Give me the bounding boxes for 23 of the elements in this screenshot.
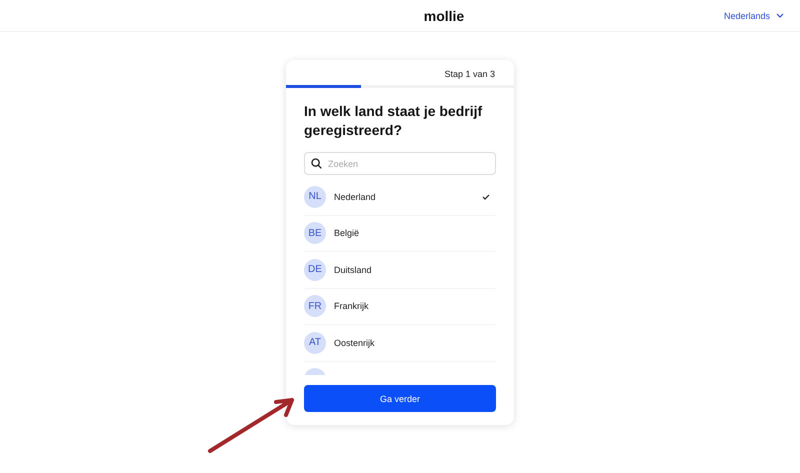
country-option[interactable]: AT Oostenrijk bbox=[304, 325, 496, 362]
country-code-avatar: AT bbox=[304, 332, 326, 354]
logo: mollie bbox=[424, 8, 464, 24]
country-option[interactable]: NL Nederland bbox=[304, 179, 496, 216]
country-code-avatar: FR bbox=[304, 295, 326, 318]
country-name: Duitsland bbox=[334, 264, 372, 275]
step-label: Stap 1 van 3 bbox=[443, 68, 496, 81]
country-name: België bbox=[334, 228, 360, 238]
country-code-avatar: BE bbox=[304, 222, 326, 244]
continue-button[interactable]: Ga verder bbox=[304, 385, 496, 412]
chevron-down-icon bbox=[776, 13, 784, 18]
language-dropdown[interactable]: Nederlands bbox=[718, 10, 790, 20]
country-option[interactable]: BE België bbox=[304, 216, 496, 252]
country-code-avatar: DE bbox=[304, 258, 326, 281]
question-title: In welk land staat je bedrijf geregistreerd? bbox=[304, 102, 484, 140]
country-code-avatar: NL bbox=[304, 186, 326, 208]
country-option[interactable]: FR Frankrijk bbox=[304, 288, 496, 325]
country-name: Oostenrijk bbox=[334, 338, 375, 348]
search-field[interactable]: Zoeken bbox=[304, 152, 496, 175]
country-name: Frankrijk bbox=[334, 301, 369, 312]
search-icon bbox=[311, 158, 322, 169]
country-option[interactable]: DE Duitsland bbox=[304, 252, 496, 288]
country-name: Nederland bbox=[334, 192, 376, 202]
